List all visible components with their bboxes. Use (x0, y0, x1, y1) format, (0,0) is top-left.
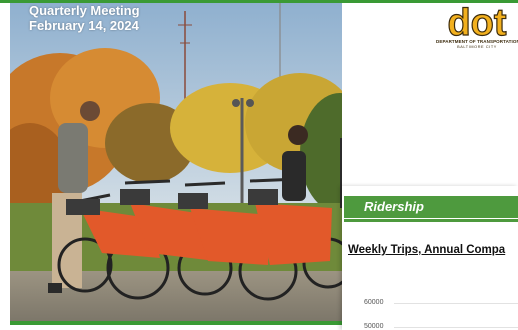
dot-logo: dot DEPARTMENT OF TRANSPORTATION BALTIMO… (436, 4, 518, 52)
logo-subtitle-department: DEPARTMENT OF TRANSPORTATION (436, 39, 518, 44)
gridline-60000 (394, 303, 518, 304)
y-tick-label: 50000 (364, 323, 384, 330)
bikeshare-photo (10, 3, 342, 321)
meeting-title-line1: Quarterly Meeting (29, 3, 140, 18)
gridline-50000 (394, 327, 518, 328)
dot-logo-mark: dot (447, 4, 508, 38)
ridership-header: Ridership (344, 196, 518, 218)
chart-title: Weekly Trips, Annual Compa (348, 244, 506, 256)
meeting-date: February 14, 2024 (29, 18, 139, 33)
ridership-card: Ridership Weekly Trips, Annual Compa 600… (342, 186, 518, 330)
ridership-header-label: Ridership (364, 199, 424, 214)
photo-bottom-bar (10, 321, 342, 325)
dot-logo-text: dot (447, 4, 506, 38)
y-tick-label: 60000 (364, 299, 384, 306)
meeting-title: Quarterly Meeting February 14, 2024 (29, 3, 140, 33)
logo-subtitle-city: BALTIMORE CITY (457, 45, 497, 49)
ridership-header-underline (344, 219, 518, 222)
